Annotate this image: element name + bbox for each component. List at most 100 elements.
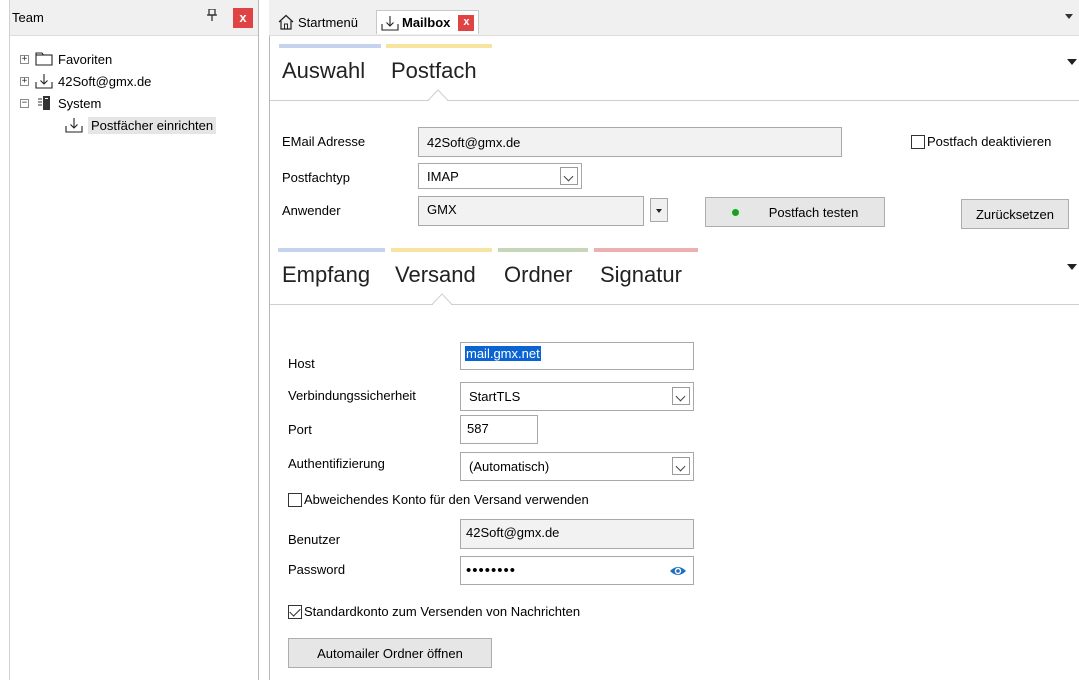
expand-icon[interactable]: + — [20, 76, 29, 86]
tab-color-bar — [279, 44, 381, 48]
username-value: 42Soft@gmx.de — [466, 525, 560, 540]
tab-label: Signatur — [600, 262, 682, 287]
section-collapse-icon[interactable] — [1067, 264, 1077, 270]
authentication-select[interactable]: (Automatisch) — [460, 452, 694, 481]
port-input[interactable]: 587 — [460, 415, 538, 444]
checkbox-label: Postfach deaktivieren — [927, 134, 1052, 149]
chevron-down-icon[interactable] — [672, 387, 690, 405]
tab-label: Ordner — [504, 262, 573, 287]
authentication-value: (Automatisch) — [469, 459, 550, 474]
user-dropdown-button[interactable] — [650, 198, 668, 222]
email-value: 42Soft@gmx.de — [427, 134, 521, 150]
email-label: EMail Adresse — [282, 134, 366, 149]
connection-security-select[interactable]: StartTLS — [460, 382, 694, 411]
show-password-eye-icon[interactable] — [669, 564, 687, 578]
team-panel-title: Team — [12, 10, 44, 25]
host-value: mail.gmx.net — [465, 346, 541, 361]
section-divider — [270, 304, 1079, 305]
tree-item-label: System — [58, 95, 102, 111]
default-send-account-checkbox[interactable]: Standardkonto zum Versenden von Nachrich… — [288, 604, 580, 619]
server-icon — [35, 95, 53, 111]
tab-ordner[interactable]: Ordner — [498, 248, 588, 288]
tab-label: Startmenü — [298, 14, 358, 30]
user-label: Anwender — [282, 203, 341, 218]
tab-label: Empfang — [282, 262, 371, 287]
home-icon — [277, 14, 295, 30]
status-dot-icon — [731, 208, 739, 216]
expand-icon[interactable]: + — [20, 54, 29, 64]
mailbox-editor: Auswahl Postfach EMail Adresse 42Soft@gm… — [269, 36, 1079, 680]
mailbox-type-select[interactable]: IMAP — [418, 163, 582, 189]
user-value: GMX — [427, 202, 457, 217]
document-tabstrip: Startmenü Mailbox x — [269, 0, 1079, 36]
checkbox-box[interactable] — [288, 492, 302, 507]
user-field[interactable]: GMX — [418, 196, 644, 226]
section-collapse-icon[interactable] — [1067, 59, 1077, 65]
password-value: •••••••• — [466, 562, 517, 579]
authentication-label: Authentifizierung — [288, 456, 385, 471]
test-mailbox-button[interactable]: Postfach testen — [705, 197, 885, 227]
mailbox-icon — [381, 15, 399, 31]
username-label: Benutzer — [288, 532, 341, 547]
host-label: Host — [288, 356, 315, 371]
tab-close-button[interactable]: x — [458, 14, 475, 31]
chevron-down-icon[interactable] — [560, 167, 578, 185]
checkbox-box[interactable] — [911, 134, 925, 149]
tab-color-bar — [278, 248, 385, 252]
tab-mailbox[interactable]: Mailbox x — [376, 10, 480, 34]
reset-button[interactable]: Zurücksetzen — [961, 199, 1069, 229]
tab-signatur[interactable]: Signatur — [594, 248, 698, 288]
button-label: Postfach testen — [768, 204, 859, 220]
checkbox-label: Standardkonto zum Versenden von Nachrich… — [304, 604, 581, 619]
folder-icon — [35, 51, 53, 67]
team-panel-close-button[interactable]: x — [233, 8, 253, 28]
tree-item-postfaecher-einrichten[interactable]: Postfächer einrichten — [65, 114, 217, 136]
port-label: Port — [288, 422, 312, 437]
port-value: 587 — [467, 421, 489, 436]
connection-security-value: StartTLS — [469, 389, 521, 404]
team-panel-header: Team x — [10, 0, 258, 36]
team-panel: Team x + Favoriten + 42Soft@gmx.de − Sys… — [9, 0, 259, 680]
pin-icon[interactable] — [207, 8, 217, 24]
tab-label: Versand — [395, 262, 476, 287]
tab-color-bar — [594, 248, 698, 252]
host-input[interactable]: mail.gmx.net — [460, 342, 694, 370]
section-divider — [270, 100, 1079, 101]
tab-color-bar — [386, 44, 492, 48]
tab-startmenu[interactable]: Startmenü — [273, 10, 362, 34]
chevron-down-icon[interactable] — [672, 457, 690, 475]
mailbox-type-value: IMAP — [427, 168, 459, 184]
tab-color-bar — [391, 248, 492, 252]
tree-item-system[interactable]: − System — [20, 92, 101, 114]
password-label: Password — [288, 562, 346, 577]
collapse-icon[interactable]: − — [20, 98, 29, 108]
tab-versand[interactable]: Versand — [391, 248, 492, 288]
tree-item-account[interactable]: + 42Soft@gmx.de — [20, 70, 151, 92]
alternate-account-checkbox[interactable]: Abweichendes Konto für den Versand verwe… — [288, 492, 589, 507]
tree-item-favoriten[interactable]: + Favoriten — [20, 48, 112, 70]
tab-color-bar — [498, 248, 588, 252]
tab-label: Postfach — [391, 58, 477, 83]
mailbox-type-label: Postfachtyp — [282, 170, 350, 185]
button-label: Automailer Ordner öffnen — [317, 645, 463, 661]
open-automailer-folder-button[interactable]: Automailer Ordner öffnen — [288, 638, 492, 668]
email-field[interactable]: 42Soft@gmx.de — [418, 127, 842, 157]
button-label: Zurücksetzen — [975, 206, 1055, 222]
tab-empfang[interactable]: Empfang — [278, 248, 385, 288]
tree-item-label: Favoriten — [58, 51, 113, 67]
tab-postfach[interactable]: Postfach — [386, 44, 492, 84]
password-input[interactable]: •••••••• — [460, 556, 694, 585]
checkbox-label: Abweichendes Konto für den Versand verwe… — [304, 492, 589, 507]
deactivate-mailbox-checkbox[interactable]: Postfach deaktivieren — [911, 134, 1051, 149]
checkbox-box[interactable] — [288, 604, 302, 619]
tab-auswahl[interactable]: Auswahl — [279, 44, 381, 84]
tree-item-label: 42Soft@gmx.de — [58, 73, 152, 89]
active-tab-notch — [432, 293, 452, 305]
mailbox-icon — [65, 117, 83, 133]
tab-label: Mailbox — [402, 15, 451, 30]
tab-label: Auswahl — [282, 58, 366, 83]
username-field[interactable]: 42Soft@gmx.de — [460, 519, 694, 549]
tab-list-dropdown-icon[interactable] — [1065, 14, 1073, 19]
mailbox-icon — [35, 73, 53, 89]
connection-security-label: Verbindungssicherheit — [288, 388, 416, 403]
